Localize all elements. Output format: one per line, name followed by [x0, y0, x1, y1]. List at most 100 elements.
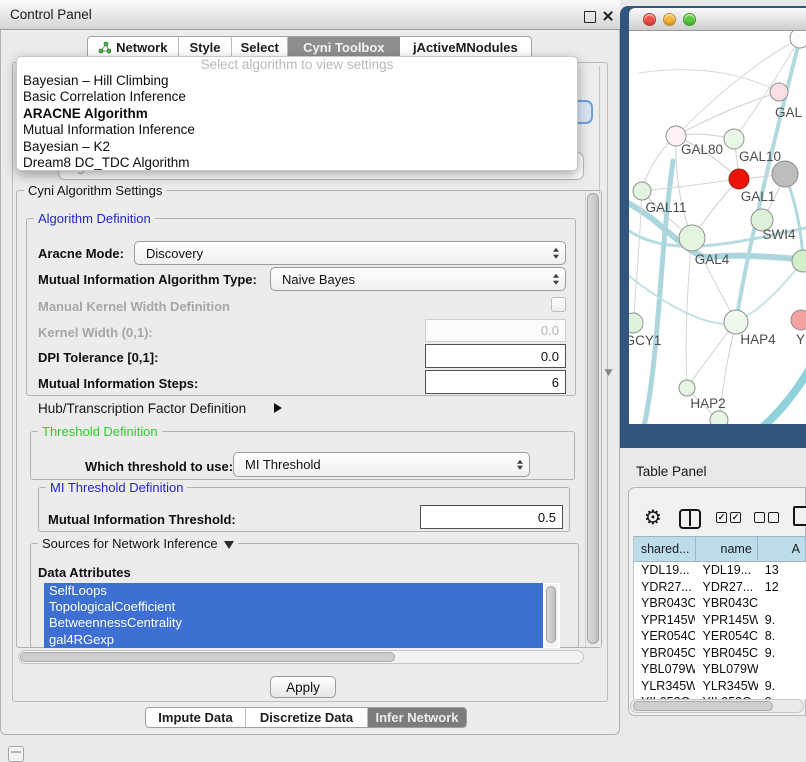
close-icon[interactable] — [601, 9, 615, 23]
table-cell: YER054C — [634, 628, 695, 645]
network-canvas[interactable]: GALGAL80GAL10GAL1GAL11SWI4GAL4GCY1HAP4YH… — [629, 31, 806, 424]
spinner-icon — [553, 274, 559, 285]
table-cell: YBR045C — [695, 645, 757, 662]
which-threshold-combobox[interactable]: MI Threshold — [233, 452, 530, 477]
network-edge[interactable] — [753, 363, 806, 424]
network-node[interactable] — [792, 250, 806, 272]
columns-icon[interactable] — [679, 509, 701, 529]
network-window-titlebar[interactable] — [629, 8, 806, 31]
combobox-value: Discovery — [146, 246, 203, 261]
tab-discretize-data[interactable]: Discretize Data — [246, 708, 368, 727]
attribute-item-selected[interactable]: SelfLoops — [44, 583, 543, 599]
table-row[interactable]: YLR345WYLR345W9. — [634, 678, 806, 695]
table-hscrollbar-thumb[interactable] — [633, 701, 773, 711]
algorithm-option-selected[interactable]: ARACNE Algorithm — [17, 106, 577, 122]
float-window-icon[interactable] — [584, 11, 596, 23]
apply-button[interactable]: Apply — [270, 676, 336, 698]
attribute-item-selected[interactable]: gal4RGexp — [44, 632, 543, 648]
network-node[interactable] — [790, 31, 806, 48]
table-cell: YLR345W — [695, 678, 757, 695]
disclosure-collapsed-icon[interactable] — [274, 403, 282, 413]
zoom-traffic-light[interactable] — [683, 13, 696, 26]
docked-panel-icon[interactable] — [8, 746, 24, 762]
attribute-item-selected[interactable]: TopologicalCoefficient — [44, 599, 543, 615]
disclosure-expanded-icon[interactable] — [224, 541, 234, 549]
table-body: YDL19...YDL19...13YDR27...YDR27...12YBR0… — [634, 562, 806, 699]
network-edge[interactable] — [639, 70, 779, 92]
aracne-mode-combobox[interactable]: Discovery — [134, 241, 566, 265]
table-cell: 13 — [758, 562, 806, 579]
tab-jactivemnodules[interactable]: jActiveMNodules — [400, 37, 531, 58]
file-icon[interactable] — [793, 506, 806, 526]
network-node[interactable] — [724, 310, 748, 334]
mi-type-combobox[interactable]: Naive Bayes — [270, 267, 566, 291]
aracne-mode-label: Aracne Mode: — [38, 246, 124, 261]
algorithm-option[interactable]: Mutual Information Inference — [17, 122, 577, 138]
column-header-1[interactable]: shared... — [634, 537, 696, 561]
table-row[interactable]: YBL079WYBL079W — [634, 661, 806, 678]
network-edge[interactable] — [692, 238, 736, 322]
list-scrollbar-thumb[interactable] — [546, 586, 556, 643]
network-node[interactable] — [772, 161, 798, 187]
tab-style[interactable]: Style — [179, 37, 233, 58]
table-cell: YBR045C — [634, 645, 695, 662]
column-header-2[interactable]: name — [696, 537, 758, 561]
network-edge[interactable] — [629, 271, 736, 324]
network-edge[interactable] — [676, 92, 779, 136]
mi-threshold-field[interactable]: 0.5 — [420, 505, 563, 529]
table-row[interactable]: YPR145WYPR145W9. — [634, 612, 806, 629]
table-row[interactable]: YDL19...YDL19...13 — [634, 562, 806, 579]
algorithm-option[interactable]: Bayesian – Hill Climbing — [17, 73, 577, 89]
network-graph: GALGAL80GAL10GAL1GAL11SWI4GAL4GCY1HAP4YH… — [629, 31, 806, 424]
manual-kernel-label: Manual Kernel Width Definition — [38, 299, 230, 314]
network-edge[interactable] — [734, 38, 800, 139]
network-node[interactable] — [729, 169, 749, 189]
table-row[interactable]: YBR045CYBR045C9. — [634, 645, 806, 662]
table-cell: 9. — [758, 645, 806, 662]
network-node[interactable] — [679, 380, 695, 396]
table-cell: YDL19... — [634, 562, 695, 579]
network-node[interactable] — [629, 313, 643, 333]
network-node[interactable] — [724, 129, 744, 149]
mi-steps-field[interactable]: 6 — [425, 370, 566, 394]
screen: Control Panel Network Style Select Cyni … — [0, 0, 806, 762]
group-title-text: Sources for Network Inference — [42, 536, 218, 551]
dpi-tolerance-field[interactable]: 0.0 — [425, 344, 566, 368]
control-panel-titlebar[interactable] — [0, 0, 620, 30]
minimize-traffic-light[interactable] — [663, 13, 676, 26]
gear-icon[interactable]: ⚙ — [644, 505, 662, 529]
network-node[interactable] — [770, 83, 788, 101]
network-node[interactable] — [679, 225, 705, 251]
manual-kernel-checkbox[interactable] — [551, 297, 566, 312]
close-traffic-light[interactable] — [643, 13, 656, 26]
network-edge[interactable] — [642, 179, 739, 191]
tab-network[interactable]: Network — [88, 37, 179, 58]
kernel-width-field[interactable]: 0.0 — [425, 319, 566, 342]
algorithm-option[interactable]: Basic Correlation Inference — [17, 89, 577, 105]
tab-label: Impute Data — [158, 710, 232, 725]
tab-impute-data[interactable]: Impute Data — [146, 708, 246, 727]
column-header-3[interactable]: A — [758, 537, 806, 561]
settings-hscrollbar-thumb[interactable] — [20, 652, 395, 662]
network-node[interactable] — [633, 182, 651, 200]
deselect-all-checks-icon[interactable] — [754, 512, 782, 530]
table-row[interactable]: YDR27...YDR27...12 — [634, 579, 806, 596]
select-all-checks-icon[interactable]: ✓✓ — [716, 512, 744, 530]
tab-cyni-toolbox[interactable]: Cyni Toolbox — [288, 37, 400, 58]
tab-infer-network[interactable]: Infer Network — [368, 708, 466, 727]
control-panel-title: Control Panel — [10, 0, 92, 30]
settings-vscrollbar-thumb[interactable] — [587, 193, 599, 644]
table-cell: YER054C — [695, 628, 757, 645]
node-label: SWI4 — [762, 227, 795, 242]
algorithm-option[interactable]: Dream8 DC_TDC Algorithm — [17, 155, 577, 171]
network-node[interactable] — [791, 310, 806, 330]
data-attributes-list: SelfLoops TopologicalCoefficient Between… — [44, 583, 560, 648]
table-row[interactable]: YER054CYER054C8. — [634, 628, 806, 645]
network-node[interactable] — [710, 411, 728, 424]
focused-combobox-fragment[interactable] — [576, 100, 593, 124]
bottom-tabs: Impute Data Discretize Data Infer Networ… — [145, 707, 467, 728]
tab-select[interactable]: Select — [232, 37, 288, 58]
attribute-item-selected[interactable]: BetweennessCentrality — [44, 615, 543, 631]
table-row[interactable]: YBR043CYBR043C — [634, 595, 806, 612]
algorithm-option[interactable]: Bayesian – K2 — [17, 139, 577, 155]
